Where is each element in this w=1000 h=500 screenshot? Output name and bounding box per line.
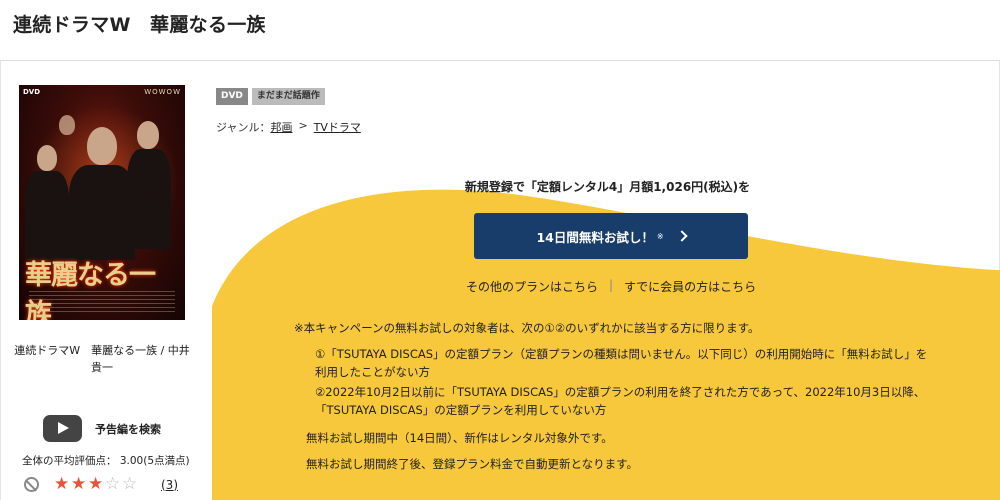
star-empty-icon[interactable]: ☆	[122, 476, 139, 493]
note-condition-2: ②2022年10月2日以前に「TSUTAYA DISCAS」の定額プランの利用を…	[315, 385, 926, 417]
promo-headline: 新規登録で「定額レンタル4」月額1,026円(税込)を	[464, 180, 751, 194]
rating-stars[interactable]: ★ ★ ★ ☆ ☆	[54, 476, 139, 493]
note-eligibility: ※本キャンペーンの無料お試しの対象者は、次の①②のいずれかに該当する方に限ります…	[294, 321, 760, 335]
star-filled-icon[interactable]: ★	[54, 476, 71, 493]
badge-list: DVD まだまだ話題作	[216, 88, 329, 105]
free-trial-label: 14日間無料お試し！	[536, 229, 654, 245]
plan-links: その他のプランはこちら | すでに会員の方はこちら	[466, 278, 756, 295]
poster-face-right	[137, 121, 159, 149]
product-title: 連続ドラマW 華麗なる一族 / 中井貴一	[14, 344, 190, 374]
product-poster[interactable]: DVD WOWOW 華麗なる一族	[19, 85, 185, 320]
poster-format-tag: DVD	[23, 88, 41, 96]
page-header: 連続ドラマW 華麗なる一族	[0, 0, 1000, 61]
member-login-link[interactable]: すでに会員の方はこちら	[624, 278, 756, 295]
badge-dvd: DVD	[216, 88, 248, 105]
poster-brand: WOWOW	[144, 88, 181, 96]
free-trial-button[interactable]: 14日間無料お試し！ ※	[474, 213, 748, 259]
genre-label: ジャンル：	[216, 121, 271, 134]
trailer-search-button[interactable]: 予告編を検索	[43, 415, 161, 442]
rating-row: ★ ★ ★ ☆ ☆ (3)	[24, 476, 178, 493]
review-count-link[interactable]: (3)	[161, 478, 178, 492]
poster-credits	[29, 290, 175, 312]
note-auto-renewal: 無料お試し期間終了後、登録プラン料金で自動更新となります。	[306, 457, 639, 471]
poster-figure-left	[25, 171, 69, 261]
genre-link-japanese-film[interactable]: 邦画	[270, 119, 292, 135]
page-title: 連続ドラマW 華麗なる一族	[13, 14, 266, 36]
note-condition-1: ①「TSUTAYA DISCAS」の定額プラン（定額プランの種類は問いません。以…	[315, 347, 928, 379]
average-rating: 全体の平均評価点： 3.00(5点満点)	[22, 455, 190, 467]
note-new-releases: 無料お試し期間中（14日間）、新作はレンタル対象外です。	[306, 431, 613, 445]
poster-face-left	[37, 145, 57, 171]
play-icon	[43, 415, 82, 442]
genre-link-tv-drama[interactable]: TVドラマ	[314, 119, 361, 135]
star-empty-icon[interactable]: ☆	[105, 476, 122, 493]
other-plans-link[interactable]: その他のプランはこちら	[466, 278, 598, 295]
breadcrumb-separator: >	[298, 119, 308, 132]
star-filled-icon[interactable]: ★	[71, 476, 88, 493]
genre-breadcrumb: ジャンル： 邦画 > TVドラマ	[216, 119, 361, 135]
poster-face-main	[87, 127, 117, 165]
badge-trending: まだまだ話題作	[251, 88, 325, 105]
link-divider: |	[609, 278, 614, 292]
poster-figure-right	[127, 149, 171, 249]
trailer-search-label: 予告編を検索	[95, 422, 161, 436]
free-trial-note-mark: ※	[656, 231, 664, 241]
poster-figure-main	[69, 165, 135, 260]
poster-face-back	[59, 115, 75, 135]
not-interested-icon[interactable]	[24, 477, 39, 492]
chevron-right-icon	[675, 230, 688, 242]
star-filled-icon[interactable]: ★	[88, 476, 105, 493]
